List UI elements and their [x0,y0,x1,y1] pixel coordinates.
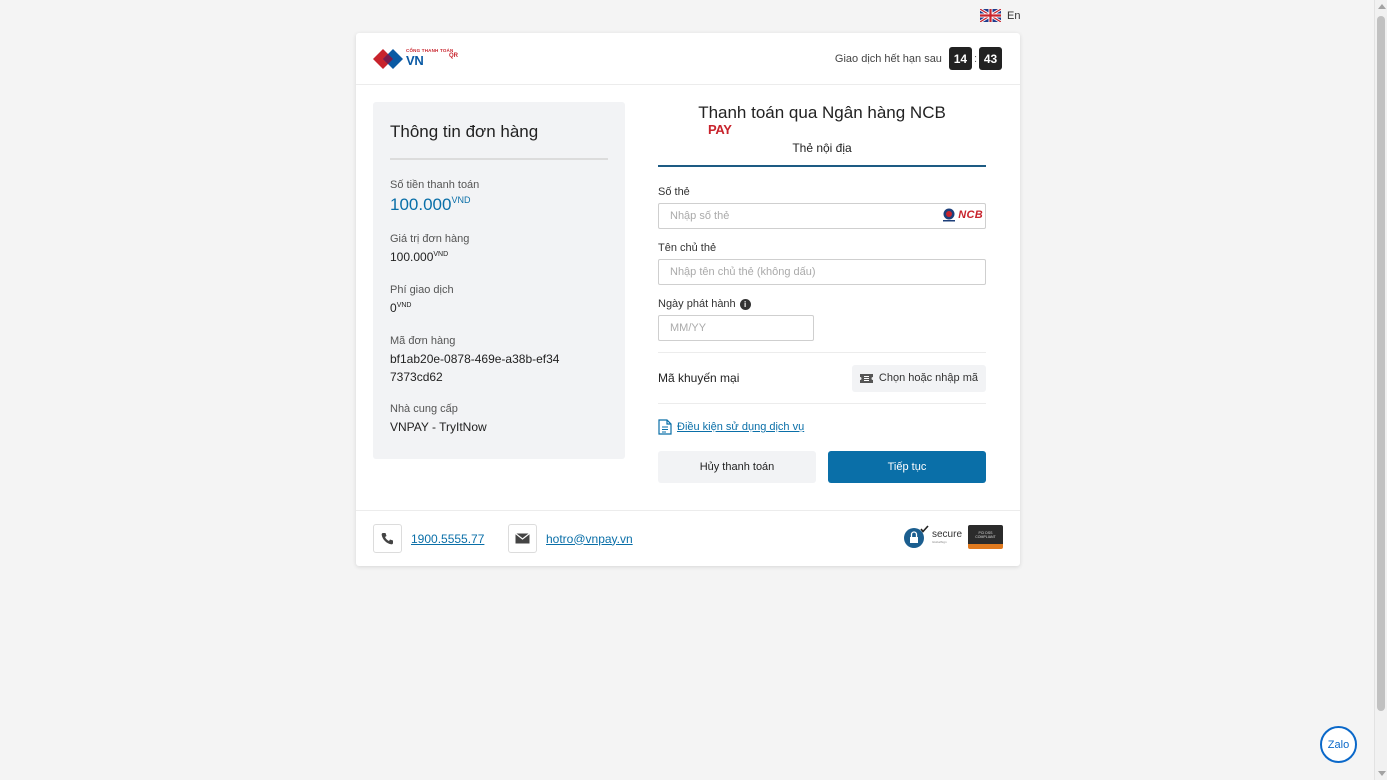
email-contact: hotro@vnpay.vn [508,524,633,553]
phone-icon [373,524,402,553]
info-icon[interactable]: i [739,298,751,310]
continue-button[interactable]: Tiếp tục [828,451,986,483]
holder-label: Tên chủ thẻ [658,241,986,255]
order-code-label: Mã đơn hàng [390,335,456,347]
secure-text: secure [931,529,962,540]
logo-brand: VN PAY [406,53,732,137]
timer-separator: : [973,52,977,65]
provider-label: Nhà cung cấp [390,403,458,415]
scroll-up-arrow-icon[interactable] [1378,4,1386,9]
holder-label-text: Tên chủ thẻ [658,242,717,254]
ncb-logo: NCB [942,208,983,222]
order-value-currency: VND [433,251,449,258]
amount-label: Số tiền thanh toán [390,179,480,191]
timer-minutes: 14 [948,47,972,70]
language-label: En [1007,9,1021,22]
issue-date-input[interactable]: MM/YY [658,315,814,341]
logo-brand-vn: VN [406,53,424,68]
payment-card: CỔNG THANH TOÁN VN PAY QR Giao dịch hết h… [356,33,1020,566]
pci-text: PCI DSS COMPLIANT [975,530,996,539]
action-buttons: Hủy thanh toán Tiếp tục [658,451,986,483]
vnpay-diamond-icon [373,49,403,69]
card-number-label-text: Số thẻ [658,186,690,198]
promo-button-label: Chọn hoặc nhập mã [878,372,978,384]
fee-number: 0 [390,301,397,315]
order-value: 100.000VND [390,250,608,264]
order-value-number: 100.000 [390,250,434,264]
vnpay-logo: CỔNG THANH TOÁN VN PAY QR [373,46,732,137]
timer-seconds: 43 [979,47,1002,70]
vertical-scrollbar[interactable] [1374,0,1387,780]
cancel-payment-button[interactable]: Hủy thanh toán [658,451,816,483]
amount-number: 100.000 [390,195,452,214]
scroll-down-arrow-icon[interactable] [1378,771,1386,776]
secure-subtext: GlobalSign [931,540,947,544]
phone-contact: 1900.5555.77 [373,524,484,553]
timer-label: Giao dịch hết hạn sau [834,52,942,65]
card-number-input[interactable]: Nhập số thẻ NCB [658,203,986,229]
terms-link[interactable]: Điều kiện sử dụng dịch vụ [677,421,804,433]
card-number-label: Số thẻ [658,185,986,199]
issue-date-label: Ngày phát hành i [658,297,986,311]
zalo-chat-button[interactable]: Zalo [1320,726,1357,763]
expiry-timer: Giao dịch hết hạn sau 14 : 43 [835,47,1002,70]
ticket-icon [859,373,873,383]
payment-title: Thanh toán qua Ngân hàng NCB [698,103,946,122]
holder-placeholder: Nhập tên chủ thẻ (không dấu) [670,266,816,278]
padlock-icon [903,525,929,548]
tab-domestic-card[interactable]: Thẻ nội địa [658,141,986,167]
provider-value: VNPAY - TryItNow [390,420,487,434]
ncb-logo-text: NCB [958,209,983,221]
globalsign-badge: secure GlobalSign [903,525,962,549]
terms-row: Điều kiện sử dụng dịch vụ [658,419,986,435]
card-header: CỔNG THANH TOÁN VN PAY QR Giao dịch hết h… [356,33,1020,137]
promo-row: Mã khuyến mại Chọn hoặc nhập mã [658,352,986,404]
fee-currency: VND [396,302,412,309]
phone-link[interactable]: 1900.5555.77 [411,532,484,546]
issue-date-label-text: Ngày phát hành [658,298,736,310]
promo-label: Mã khuyến mại [658,371,740,385]
pci-dss-badge: PCI DSS COMPLIANT [968,525,1003,549]
order-code: bf1ab20e-0878-469e-a38b-ef347373cd62 [390,352,560,384]
zalo-label: Zalo [1327,738,1350,751]
payment-form: Thanh toán qua Ngân hàng NCB Thẻ nội địa… [658,102,986,483]
order-info-panel: Thông tin đơn hàng Số tiền thanh toán 10… [373,102,625,459]
order-value-label: Giá trị đơn hàng [390,233,470,245]
mail-icon [508,524,537,553]
fee-label: Phí giao dịch [390,284,454,296]
card-number-placeholder: Nhập số thẻ [670,210,730,222]
email-link[interactable]: hotro@vnpay.vn [546,532,633,546]
language-switcher[interactable]: En [980,9,1020,22]
uk-flag-icon [980,9,1001,22]
order-info-title: Thông tin đơn hàng [390,122,539,141]
ncb-logo-icon [943,208,956,222]
logo-qr: QR [449,53,458,59]
promo-code-button[interactable]: Chọn hoặc nhập mã [851,364,986,392]
security-badges: secure GlobalSign PCI DSS COMPLIANT [903,525,1003,549]
issue-date-placeholder: MM/YY [670,322,707,334]
scrollbar-thumb[interactable] [1377,16,1385,711]
card-footer: 1900.5555.77 hotro@vnpay.vn secure Globa… [356,510,1020,566]
amount-value: 100.000VND [390,195,608,215]
holder-name-input[interactable]: Nhập tên chủ thẻ (không dấu) [658,259,986,285]
amount-currency: VND [451,195,471,205]
fee-value: 0VND [390,301,608,315]
document-icon [658,419,672,435]
order-divider [390,158,608,160]
